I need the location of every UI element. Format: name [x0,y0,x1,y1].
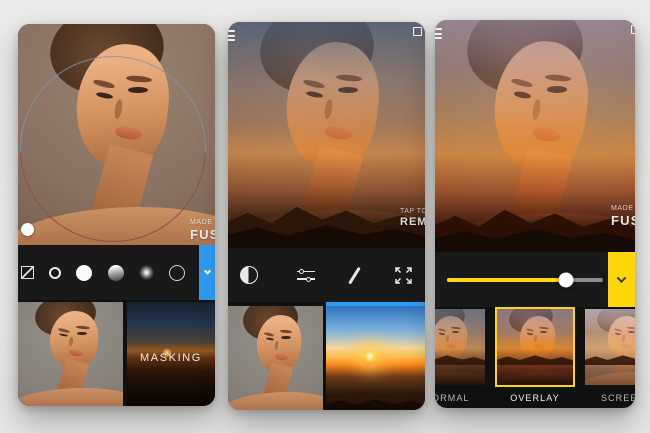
hint-line1: TAP TO [400,208,425,215]
ring-mask-icon[interactable] [49,266,62,279]
apply-button[interactable] [199,245,215,300]
app-screens-collage: MADE WITH FUSED [0,0,650,433]
circular-mask-overlay[interactable] [20,56,206,242]
chevron-down-icon [616,273,627,284]
slider-handle[interactable] [558,272,574,288]
blend-label-overlay: OVERLAY [510,393,560,403]
blend-thumb-normal[interactable] [435,307,487,387]
thin-ring-mask-icon[interactable] [168,264,185,281]
screen-blend-modes: MADE WITH FUSED [435,20,635,408]
export-icon[interactable] [631,25,635,34]
blend-overlay-overlay [497,309,573,385]
mask-handle[interactable] [21,223,34,236]
tool-list [240,248,413,302]
masking-label: MASKING [140,352,202,364]
linear-gradient-mask-icon[interactable] [107,264,124,281]
art-eye-right [76,331,88,335]
portrait-thumb-art [228,306,323,410]
blend-overlay-screen [585,309,635,385]
blend-label-screen: SCREEN [600,393,635,403]
adjustments-icon[interactable] [296,268,315,282]
watermark-line2: FUSED [190,227,215,242]
blend-overlay-normal [435,309,485,385]
no-mask-icon[interactable] [21,266,34,279]
hint-line2: REMOVE [400,216,425,228]
blend-mode-normal[interactable]: NORMAL [435,307,487,403]
thumbnail-landscape-selected[interactable] [326,306,425,410]
thumbnail-portrait[interactable] [18,302,123,406]
photo-canvas[interactable]: MADE WITH FUSED [18,24,215,245]
screen-masking: MADE WITH FUSED [18,24,215,406]
watermark-line2: FUSED [611,213,635,228]
sun-icon [361,347,378,364]
screen-editing-tools: TAP TO REMOVE [228,22,425,410]
blend-label-normal: NORMAL [435,393,470,403]
watermark-made-with-fused: MADE WITH FUSED [190,219,215,242]
thumbnail-portrait[interactable] [228,306,323,410]
watermark-line1: MADE WITH [190,219,215,226]
watermark-line1: MADE WITH [611,205,635,212]
brush-icon[interactable] [348,266,361,284]
watermark-tap-to-remove[interactable]: TAP TO REMOVE [400,208,425,228]
menu-icon[interactable] [435,28,442,42]
sunset-blend-overlay [435,20,635,252]
chevron-down-icon [203,267,211,275]
portrait-thumb-art [18,302,123,406]
soft-radial-mask-icon[interactable] [138,265,154,280]
blend-mode-screen[interactable]: SCREEN [583,307,635,403]
sunset-blend-overlay [228,22,425,248]
art-eye-right [281,335,291,339]
slider-fill [447,278,566,282]
thumbnail-row [228,306,425,410]
photo-canvas[interactable]: TAP TO REMOVE [228,22,425,248]
opacity-slider-bar [435,252,635,307]
opacity-slider[interactable] [447,272,603,288]
blend-thumb-overlay-selected[interactable] [495,307,575,387]
blend-mode-overlay[interactable]: OVERLAY [495,307,575,403]
thumbnail-row: MASKING [18,302,215,406]
watermark-made-with-fused: MADE WITH FUSED [611,205,635,228]
blend-thumb-screen[interactable] [583,307,635,387]
thumbnail-landscape-masking[interactable]: MASKING [127,302,215,406]
confirm-button[interactable] [608,252,635,307]
mask-toolbar [18,245,215,300]
blend-mode-row: NORMAL OVERLAY [435,307,635,403]
export-icon[interactable] [413,27,422,36]
sunset-thumb-art [326,306,425,410]
fullscreen-icon[interactable] [394,266,413,285]
contrast-icon[interactable] [240,266,258,284]
tools-toolbar [228,248,425,302]
mask-tool-list [21,245,185,300]
menu-icon[interactable] [228,30,235,44]
photo-canvas[interactable]: MADE WITH FUSED [435,20,635,252]
filled-circle-mask-icon[interactable] [76,264,93,281]
